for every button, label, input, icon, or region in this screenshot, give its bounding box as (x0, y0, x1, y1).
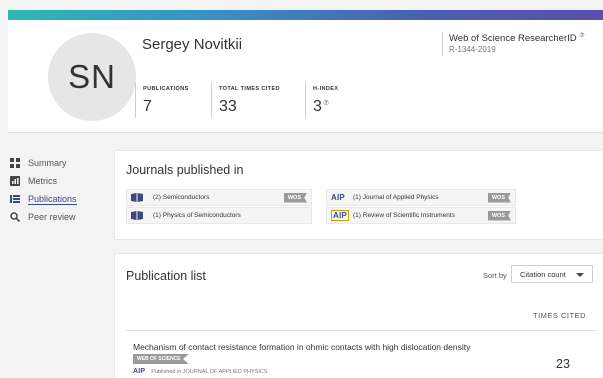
journals-card: Journals published in (2) Semiconductors… (114, 150, 603, 240)
stat-publications: PUBLICATIONS 7 (135, 82, 189, 118)
nav-item-publications[interactable]: Publications (10, 190, 77, 208)
help-icon[interactable]: ⑦ (323, 100, 329, 107)
journal-item[interactable]: AIP (1) Journal of Applied Physics WOS (326, 189, 516, 206)
list-icon (10, 194, 20, 204)
wos-tag: WOS (283, 192, 307, 203)
nav-item-label: Metrics (28, 176, 57, 186)
journal-item[interactable]: (1) Physics of Semiconductors (126, 207, 312, 224)
divider (126, 330, 596, 331)
nav-item-summary[interactable]: Summary (10, 154, 77, 172)
avatar: SN (48, 33, 136, 121)
published-in-text: Published in JOURNAL OF APPLIED PHYSICS (151, 369, 268, 375)
journal-name: (1) Physics of Semiconductors (153, 212, 241, 219)
stat-value: 7 (143, 98, 152, 115)
nav-item-label: Publications (28, 193, 77, 205)
stat-h-index: H-INDEX 3⑦ (305, 82, 338, 118)
stat-label: H-INDEX (313, 86, 339, 92)
researcher-name: Sergey Novitkii (142, 36, 243, 53)
publication-list-title: Publication list (126, 269, 206, 283)
sort-label: Sort by (483, 271, 507, 280)
web-of-science-badge: WEB OF SCIENCE (133, 354, 189, 364)
bar-chart-icon (10, 176, 20, 186)
publication-list-card: Publication list Sort by Citation count … (114, 253, 603, 378)
researcher-id-label: Web of Science ResearcherID (449, 33, 577, 45)
stat-label: TOTAL TIMES CITED (219, 86, 280, 92)
journal-name: (1) Journal of Applied Physics (353, 194, 439, 201)
stat-total-times-cited: TOTAL TIMES CITED 33 (211, 82, 280, 118)
profile-card: SN Sergey Novitkii PUBLICATIONS 7 TOTAL … (8, 20, 603, 133)
book-icon (131, 211, 147, 220)
journal-name: (2) Semiconductors (153, 194, 210, 201)
researcher-id-title: Web of Science ResearcherID ⑦ (449, 32, 585, 44)
stat-value: 33 (219, 98, 237, 115)
sort-select[interactable]: Citation count (511, 265, 593, 283)
stat-value: 3 (313, 98, 322, 115)
summary-grid-icon (10, 158, 20, 168)
journal-item[interactable]: (2) Semiconductors WOS (126, 189, 312, 206)
aip-logo: AIP (133, 368, 146, 375)
journal-item[interactable]: AIP (1) Review of Scientific Instruments… (326, 207, 516, 224)
journals-title: Journals published in (126, 163, 244, 177)
publication-title-link[interactable]: Mechanism of contact resistance formatio… (133, 342, 470, 352)
nav-item-metrics[interactable]: Metrics (10, 172, 77, 190)
sort-select-value: Citation count (520, 269, 566, 279)
profile-header-gradient-bar (8, 10, 603, 20)
search-icon (10, 212, 20, 222)
aip-logo: AIP (331, 210, 349, 221)
researcher-id-block: Web of Science ResearcherID ⑦ R-1344-201… (442, 32, 585, 56)
help-icon[interactable]: ⑦ (579, 33, 584, 39)
wos-tag: WOS (487, 210, 511, 221)
aip-logo: AIP (331, 193, 347, 202)
wos-tag: WOS (487, 192, 511, 203)
aip-logo-text: AIP (331, 210, 349, 221)
chevron-down-icon (576, 273, 584, 277)
book-icon (131, 193, 147, 202)
profile-sidenav: Summary Metrics Publications Peer review (10, 154, 77, 226)
nav-item-peer-review[interactable]: Peer review (10, 208, 77, 226)
nav-item-label: Peer review (28, 212, 76, 222)
stat-label: PUBLICATIONS (143, 86, 189, 92)
times-cited-value: 23 (556, 357, 570, 371)
times-cited-header: TIMES CITED (533, 311, 587, 320)
researcher-id-value: R-1344-2019 (449, 45, 496, 55)
nav-item-label: Summary (28, 158, 67, 168)
journal-name: (1) Review of Scientific Instruments (353, 212, 455, 219)
published-in: AIP Published in JOURNAL OF APPLIED PHYSI… (133, 368, 268, 375)
stat-value-wrap: 3⑦ (313, 98, 338, 116)
aip-logo-text: AIP (331, 193, 345, 202)
